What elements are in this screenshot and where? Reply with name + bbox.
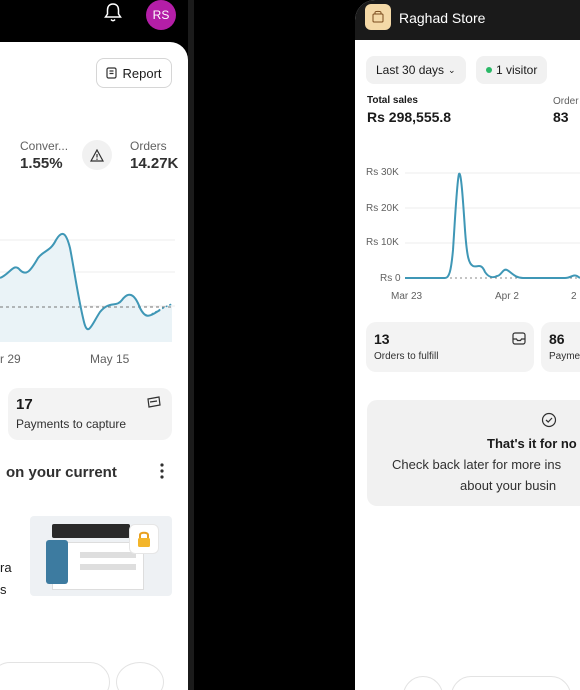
bottom-search-pill[interactable] bbox=[0, 662, 110, 690]
total-sales-value: Rs 298,555.8 bbox=[367, 109, 452, 125]
payments-count: 17 bbox=[16, 396, 33, 413]
orders-value: 83 bbox=[553, 109, 569, 125]
empty-state-line1: Check back later for more ins bbox=[392, 457, 562, 472]
y-tick: Rs 10K bbox=[366, 237, 399, 248]
divider bbox=[188, 0, 194, 690]
conversion-label: Conver... bbox=[20, 139, 69, 153]
x-tick: Mar 23 bbox=[391, 291, 423, 302]
promo-illustration bbox=[30, 516, 172, 596]
total-sales-line bbox=[405, 172, 580, 279]
date-range-label: Last 30 days bbox=[376, 63, 445, 77]
x-tick: 2 bbox=[571, 291, 577, 302]
payments-count: 86 bbox=[549, 331, 565, 347]
bottom-home-button[interactable] bbox=[403, 676, 443, 690]
chevron-down-icon: ⌄ bbox=[448, 64, 456, 75]
payments-label: Payments to capture bbox=[16, 417, 127, 431]
report-button[interactable]: Report bbox=[96, 58, 172, 88]
left-dashboard-panel: Report Conver... 1.55% Orders 14.27K r 2… bbox=[0, 42, 188, 690]
promo-text-line2: s bbox=[0, 582, 7, 597]
x-tick: Apr 2 bbox=[495, 291, 519, 302]
check-circle-icon bbox=[541, 412, 557, 428]
y-tick: Rs 0 bbox=[380, 273, 401, 284]
orders-to-fulfill-card[interactable]: 13 Orders to fulfill bbox=[366, 322, 534, 372]
avatar[interactable]: RS bbox=[146, 0, 176, 30]
x-tick-left: r 29 bbox=[0, 352, 21, 366]
warning-icon[interactable] bbox=[82, 140, 112, 170]
date-range-selector[interactable]: Last 30 days ⌄ bbox=[366, 56, 466, 84]
live-dot-icon bbox=[486, 67, 492, 73]
bottom-search-pill[interactable] bbox=[451, 676, 571, 690]
lock-icon bbox=[129, 524, 159, 554]
x-tick-right: May 15 bbox=[90, 352, 130, 366]
fulfill-label: Orders to fulfill bbox=[374, 351, 439, 362]
payments-card[interactable]: 17 Payments to capture bbox=[8, 388, 172, 440]
total-sales-chart bbox=[405, 172, 580, 279]
orders-label: Orders bbox=[130, 139, 167, 153]
bell-icon[interactable] bbox=[103, 2, 123, 24]
right-dashboard-panel: Raghad Store Last 30 days ⌄ 1 visitor To… bbox=[355, 0, 580, 690]
bottom-action-button[interactable] bbox=[116, 662, 164, 690]
orders-value: 14.27K bbox=[130, 155, 179, 172]
section-title: on your current bbox=[6, 464, 117, 481]
report-label: Report bbox=[122, 65, 162, 81]
payments-card[interactable]: 86 Payme bbox=[541, 322, 580, 372]
total-sales-label: Total sales bbox=[367, 95, 418, 106]
report-icon bbox=[106, 67, 118, 79]
visitors-label: 1 visitor bbox=[496, 63, 538, 77]
more-menu-icon[interactable] bbox=[156, 460, 168, 482]
empty-state-title: That's it for no bbox=[487, 436, 577, 451]
store-name: Raghad Store bbox=[399, 10, 486, 26]
payments-label: Payme bbox=[549, 351, 580, 362]
y-tick: Rs 20K bbox=[366, 203, 399, 214]
y-tick: Rs 30K bbox=[366, 167, 399, 178]
fulfill-count: 13 bbox=[374, 331, 390, 347]
cash-icon bbox=[147, 396, 161, 408]
empty-state-card: That's it for no Check back later for mo… bbox=[367, 400, 580, 506]
empty-state-line2: about your busin bbox=[460, 478, 557, 493]
sessions-chart bbox=[0, 232, 175, 342]
conversion-value: 1.55% bbox=[20, 155, 63, 172]
orders-label: Order bbox=[553, 96, 579, 107]
promo-text-line1: ra bbox=[0, 560, 12, 575]
inbox-icon bbox=[512, 332, 526, 345]
visitors-chip[interactable]: 1 visitor bbox=[476, 56, 548, 84]
store-header: Raghad Store bbox=[355, 0, 580, 40]
store-logo[interactable] bbox=[365, 4, 391, 30]
left-status-bar: RS bbox=[0, 0, 188, 42]
